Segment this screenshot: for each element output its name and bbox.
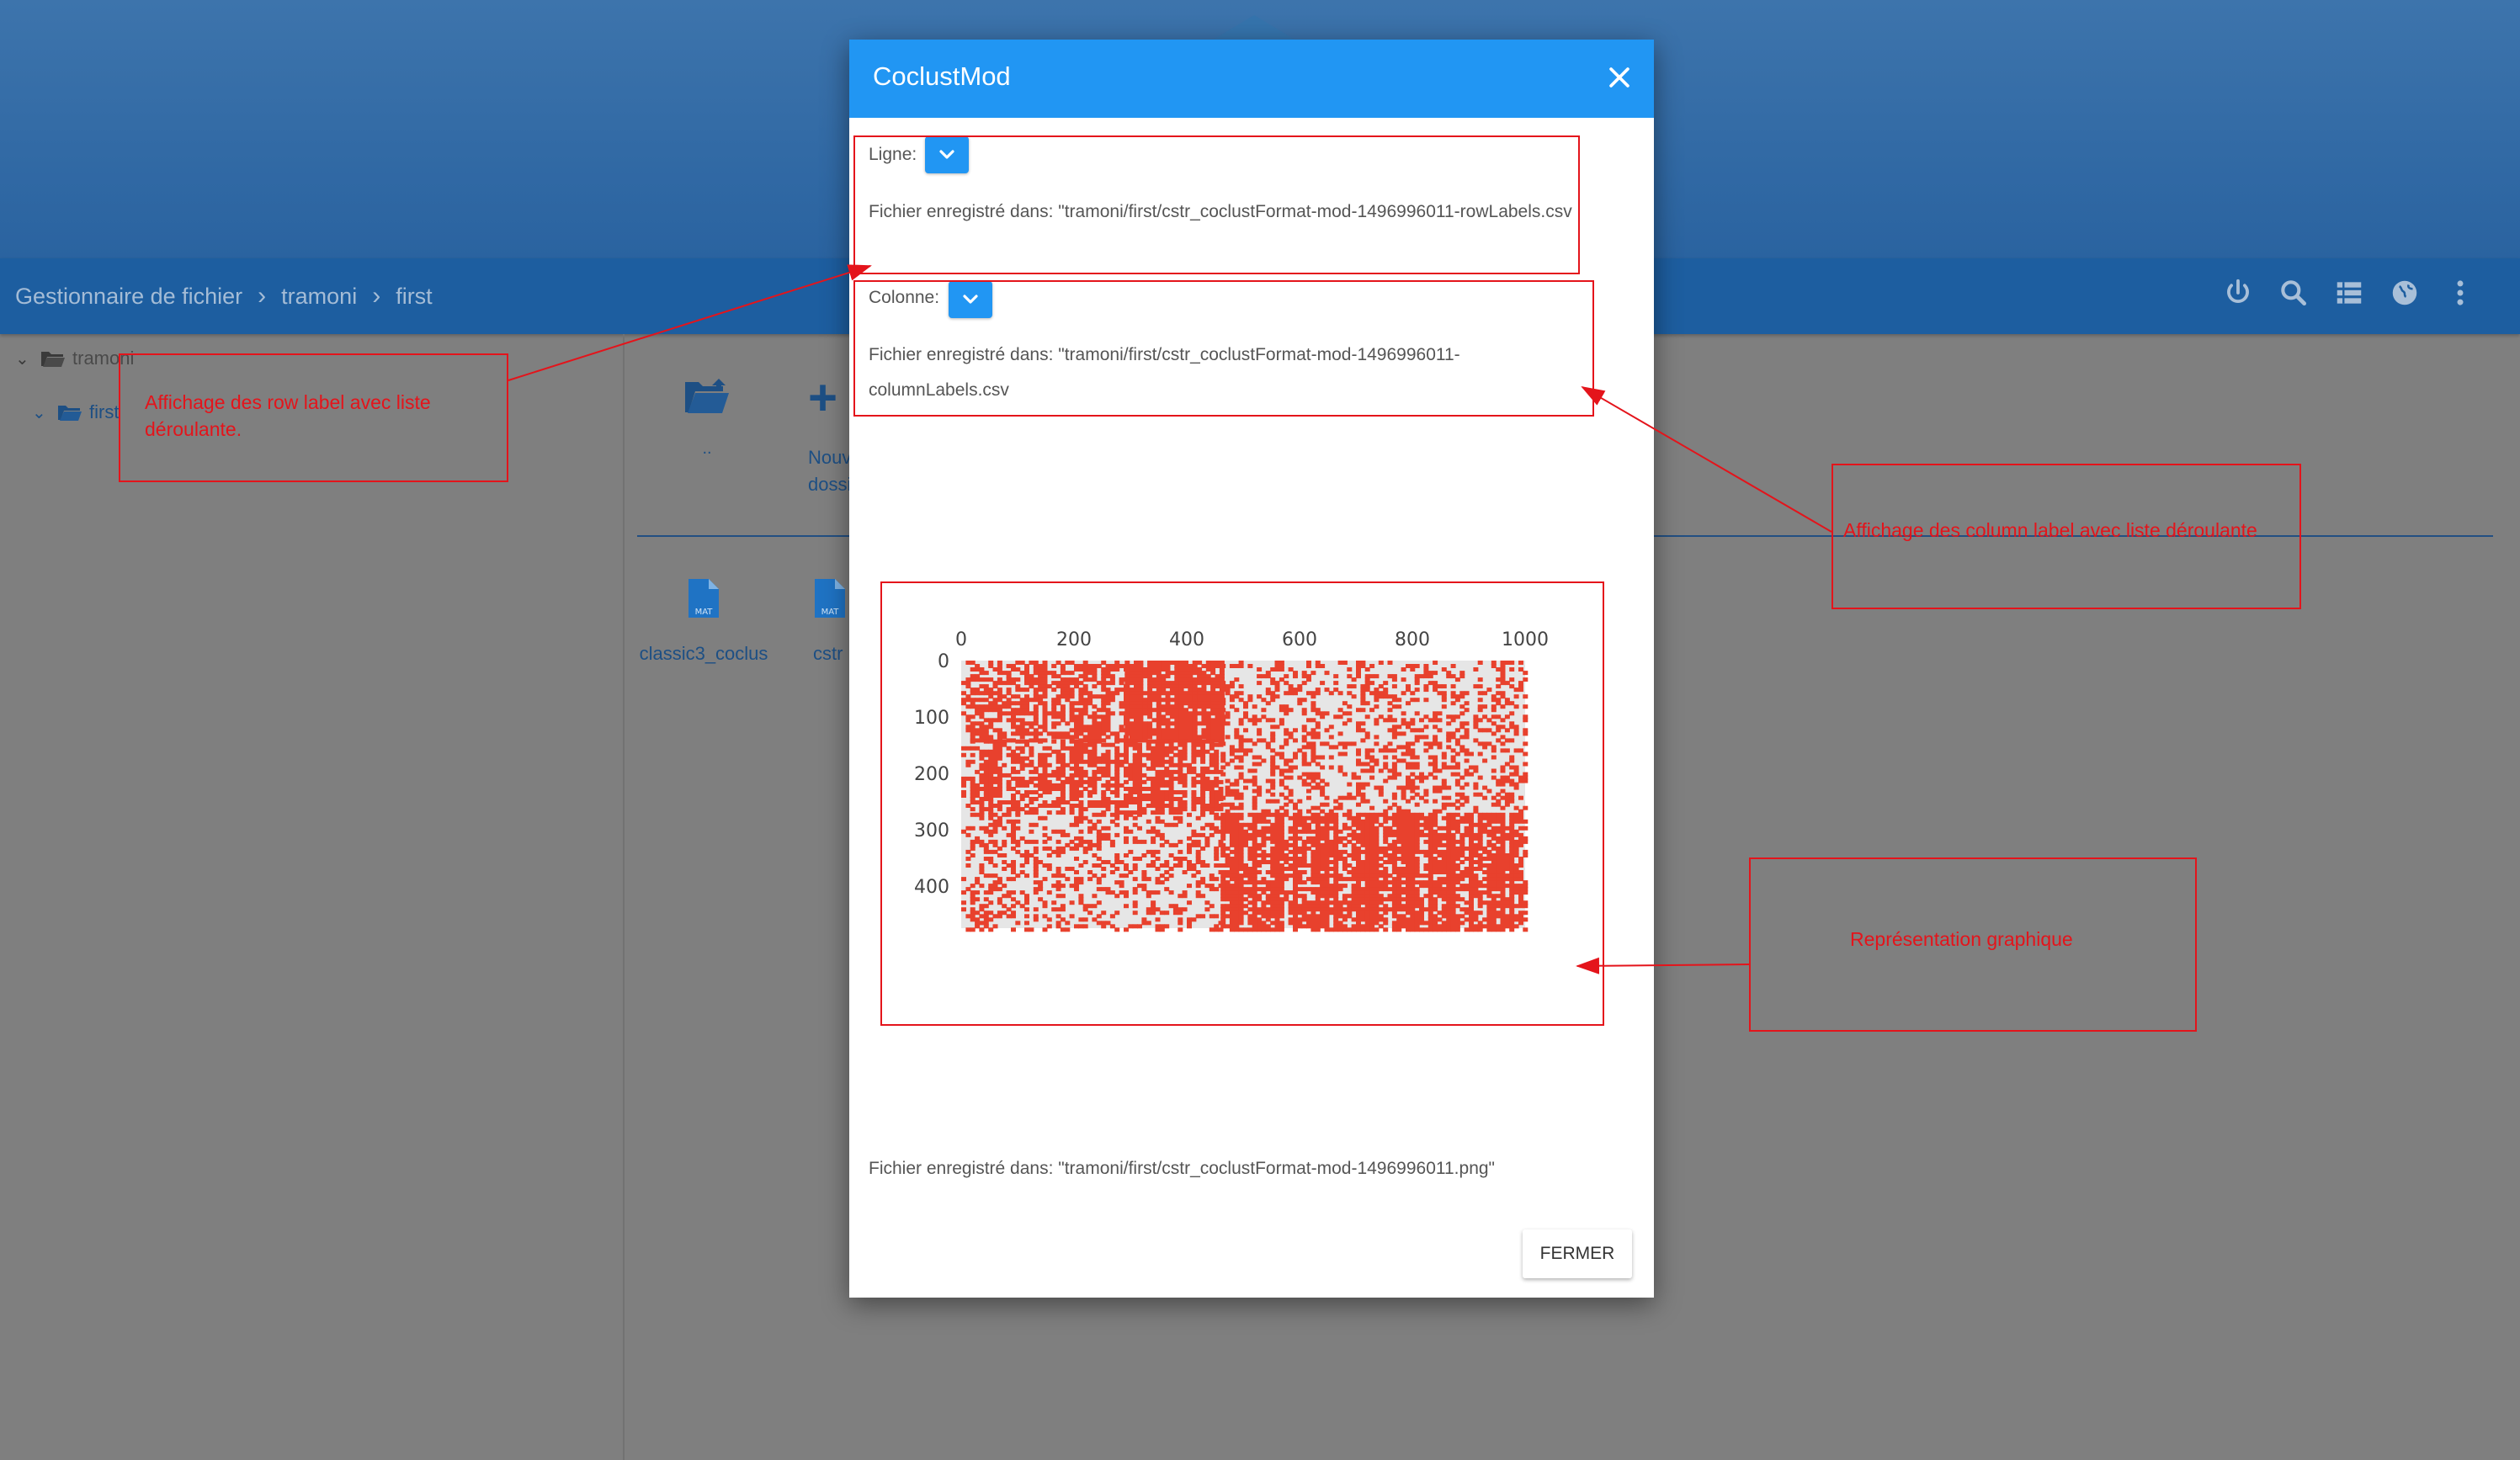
close-button[interactable]: FERMER — [1523, 1229, 1632, 1278]
close-icon[interactable] — [1605, 63, 1634, 92]
dialog-header: CoclustMod — [849, 40, 1654, 118]
image-saved-path: Fichier enregistré dans: "tramoni/first/… — [869, 1159, 1496, 1178]
dialog-title: CoclustMod — [873, 61, 1011, 91]
